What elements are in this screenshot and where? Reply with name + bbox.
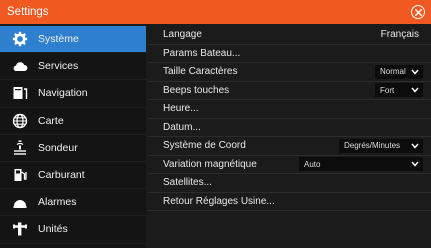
sidebar-item-unites[interactable]: Unités xyxy=(0,216,146,244)
sidebar-item-carte[interactable]: Carte xyxy=(0,108,146,135)
setting-taille-caracteres: Taille Caractères Normal xyxy=(148,63,431,82)
setting-retour-reglages-usine[interactable]: Retour Réglages Usine... xyxy=(148,193,431,211)
setting-variation-magnetique: Variation magnétique Auto xyxy=(148,156,431,174)
setting-label: Variation magnétique xyxy=(163,158,257,170)
setting-value: Français xyxy=(380,29,419,41)
sidebar-item-carburant[interactable]: Carburant xyxy=(0,162,146,190)
close-icon[interactable] xyxy=(411,5,425,19)
globe-icon xyxy=(10,113,30,129)
window-title: Settings xyxy=(7,6,49,18)
title-bar: Settings xyxy=(0,0,431,24)
setting-heure[interactable]: Heure... xyxy=(148,100,431,119)
fuel-pump-icon xyxy=(10,167,30,183)
sonar-icon xyxy=(10,140,30,156)
setting-label: Params Bateau... xyxy=(163,47,241,59)
settings-list: Langage Français Params Bateau... Taille… xyxy=(148,26,431,248)
chevron-down-icon xyxy=(411,143,419,149)
sidebar-item-label: Unités xyxy=(38,223,68,236)
sidebar-item-label: Alarmes xyxy=(38,196,77,209)
sidebar-item-label: Sondeur xyxy=(38,141,78,154)
sidebar-item-label: Système xyxy=(38,33,79,46)
sidebar-item-sondeur[interactable]: Sondeur xyxy=(0,135,146,162)
chevron-down-icon xyxy=(411,87,419,93)
dropdown-value: Auto xyxy=(304,159,321,169)
gear-icon xyxy=(10,31,30,47)
settings-window: Settings Système Services Navigation Car… xyxy=(0,0,431,248)
sidebar-item-services[interactable]: Services xyxy=(0,53,146,81)
beeps-touches-dropdown[interactable]: Fort xyxy=(375,83,423,98)
setting-satellites[interactable]: Satellites... xyxy=(148,174,431,193)
chevron-down-icon xyxy=(411,69,419,75)
chevron-down-icon xyxy=(411,161,419,167)
setting-beeps-touches: Beeps touches Fort xyxy=(148,82,431,100)
setting-label: Taille Caractères xyxy=(163,66,238,78)
setting-label: Satellites... xyxy=(163,177,212,189)
setting-label: Datum... xyxy=(163,121,201,133)
alarm-icon xyxy=(10,194,30,210)
systeme-coord-dropdown[interactable]: Degrés/Minutes xyxy=(339,138,423,153)
dropdown-value: Degrés/Minutes xyxy=(344,141,401,151)
navigation-icon xyxy=(10,85,30,101)
setting-params-bateau[interactable]: Params Bateau... xyxy=(148,45,431,63)
setting-langage[interactable]: Langage Français xyxy=(148,26,431,45)
sidebar-item-label: Carburant xyxy=(38,169,85,182)
cloud-icon xyxy=(10,58,30,74)
variation-magnetique-dropdown[interactable]: Auto xyxy=(299,157,423,172)
setting-label: Heure... xyxy=(163,103,199,115)
setting-datum[interactable]: Datum... xyxy=(148,119,431,137)
sidebar: Système Services Navigation Carte Sondeu… xyxy=(0,26,146,248)
units-icon xyxy=(10,221,30,237)
sidebar-item-systeme[interactable]: Système xyxy=(0,26,146,54)
setting-label: Retour Réglages Usine... xyxy=(163,195,275,207)
sidebar-item-alarmes[interactable]: Alarmes xyxy=(0,189,146,217)
setting-label: Beeps touches xyxy=(163,84,230,96)
setting-label: Système de Coord xyxy=(163,140,246,152)
sidebar-item-label: Navigation xyxy=(38,87,88,100)
sidebar-item-navigation[interactable]: Navigation xyxy=(0,80,146,108)
dropdown-value: Normal xyxy=(380,67,406,77)
setting-systeme-coord: Système de Coord Degrés/Minutes xyxy=(148,137,431,156)
dropdown-value: Fort xyxy=(380,85,395,95)
sidebar-item-label: Carte xyxy=(38,114,64,127)
sidebar-item-label: Services xyxy=(38,60,79,73)
taille-caracteres-dropdown[interactable]: Normal xyxy=(375,64,423,79)
setting-label: Langage xyxy=(163,29,202,41)
